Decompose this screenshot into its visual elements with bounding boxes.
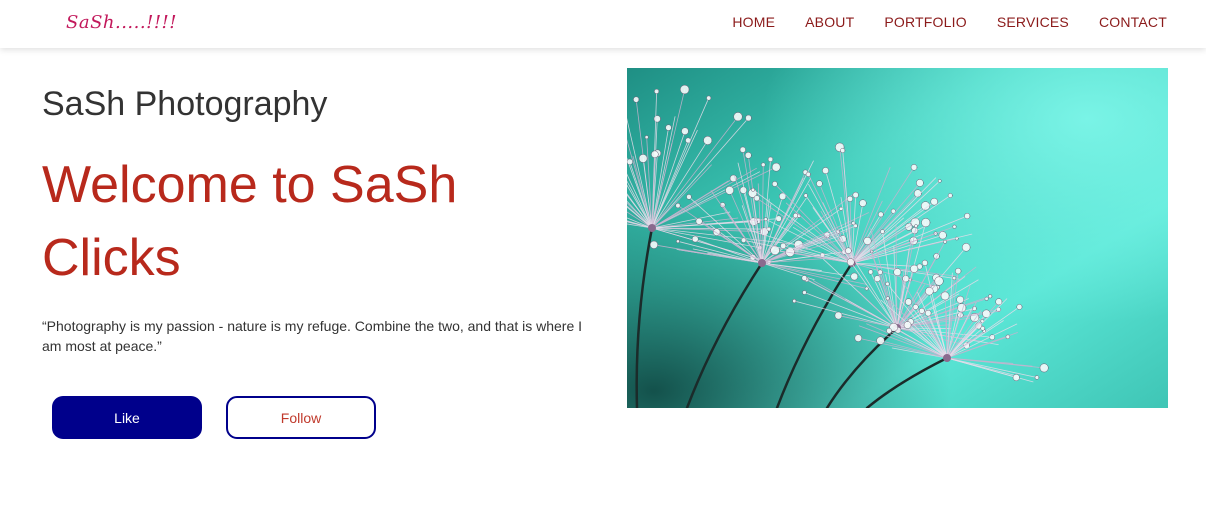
navbar: SaSh.....!!!! HOME ABOUT PORTFOLIO SERVI…: [0, 0, 1206, 48]
site-logo[interactable]: SaSh.....!!!!: [66, 12, 177, 33]
nav-portfolio-link[interactable]: PORTFOLIO: [884, 14, 966, 30]
main-nav: HOME ABOUT PORTFOLIO SERVICES CONTACT: [732, 14, 1167, 30]
hero-image-dandelion-droplets: [627, 68, 1168, 408]
like-button[interactable]: Like: [52, 396, 202, 439]
hero-quote: “Photography is my passion - nature is m…: [42, 318, 583, 354]
site-title: SaSh Photography: [42, 85, 328, 123]
follow-button[interactable]: Follow: [226, 396, 376, 439]
nav-about-link[interactable]: ABOUT: [805, 14, 854, 30]
hero-heading: Welcome to SaSh Clicks: [42, 156, 458, 287]
nav-home-link[interactable]: HOME: [732, 14, 775, 30]
dandelion-photo-art: [627, 68, 1168, 408]
nav-services-link[interactable]: SERVICES: [997, 14, 1069, 30]
nav-contact-link[interactable]: CONTACT: [1099, 14, 1167, 30]
